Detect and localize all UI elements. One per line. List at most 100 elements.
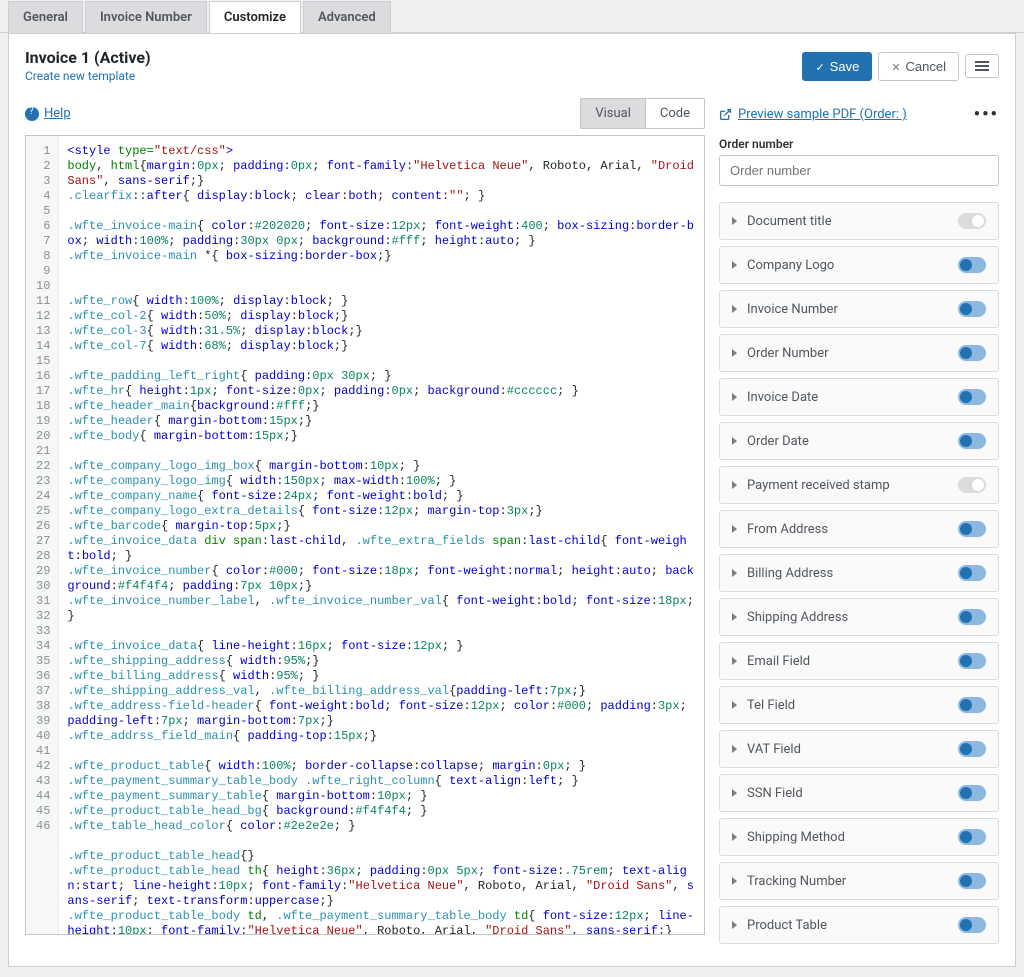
editor-tab-visual[interactable]: Visual <box>581 99 645 128</box>
chevron-right-icon <box>732 569 737 577</box>
chevron-right-icon <box>732 745 737 753</box>
field-toggle-list: Document title Company Logo Invoice Number… <box>719 202 999 944</box>
field-toggle-item[interactable]: SSN Field <box>719 774 999 812</box>
code-editor[interactable]: 1234567891011121314151617181920212223242… <box>25 135 705 935</box>
hamburger-icon <box>975 61 989 71</box>
preview-pdf-link[interactable]: Preview sample PDF (Order: ) <box>719 107 907 122</box>
cancel-button-label: Cancel <box>906 59 946 74</box>
toggle-switch[interactable] <box>958 521 986 537</box>
field-toggle-item[interactable]: Document title <box>719 202 999 240</box>
chevron-right-icon <box>732 349 737 357</box>
chevron-right-icon <box>732 833 737 841</box>
toggle-switch[interactable] <box>958 609 986 625</box>
field-toggle-item[interactable]: Tel Field <box>719 686 999 724</box>
field-toggle-label: SSN Field <box>747 786 948 801</box>
field-toggle-item[interactable]: From Address <box>719 510 999 548</box>
field-toggle-item[interactable]: Tracking Number <box>719 862 999 900</box>
field-toggle-item[interactable]: Shipping Method <box>719 818 999 856</box>
field-toggle-label: Invoice Date <box>747 390 948 405</box>
page-title: Invoice 1 (Active) <box>25 48 151 67</box>
tab-invoice-number[interactable]: Invoice Number <box>85 1 207 33</box>
field-toggle-item[interactable]: Product Table <box>719 906 999 944</box>
code-gutter: 1234567891011121314151617181920212223242… <box>26 136 59 934</box>
field-toggle-item[interactable]: Payment received stamp <box>719 466 999 504</box>
field-toggle-label: Invoice Number <box>747 302 948 317</box>
toggle-switch[interactable] <box>958 873 986 889</box>
chevron-right-icon <box>732 921 737 929</box>
toggle-switch[interactable] <box>958 697 986 713</box>
cancel-button[interactable]: Cancel <box>878 52 959 81</box>
chevron-right-icon <box>732 701 737 709</box>
editor-tab-code[interactable]: Code <box>645 99 704 128</box>
toggle-switch[interactable] <box>958 389 986 405</box>
field-toggle-label: VAT Field <box>747 742 948 757</box>
preview-pdf-label: Preview sample PDF (Order: ) <box>738 107 907 122</box>
chevron-right-icon <box>732 305 737 313</box>
save-button-label: Save <box>830 59 860 74</box>
field-toggle-item[interactable]: Order Date <box>719 422 999 460</box>
order-number-label: Order number <box>719 137 999 151</box>
toggle-switch[interactable] <box>958 213 986 229</box>
toggle-switch[interactable] <box>958 653 986 669</box>
chevron-right-icon <box>732 525 737 533</box>
field-toggle-item[interactable]: Invoice Number <box>719 290 999 328</box>
help-icon <box>25 107 39 121</box>
main-panel: Invoice 1 (Active) Create new template S… <box>8 33 1016 967</box>
toggle-switch[interactable] <box>958 785 986 801</box>
toggle-switch[interactable] <box>958 345 986 361</box>
field-toggle-label: Company Logo <box>747 258 948 273</box>
more-options-button[interactable]: ••• <box>974 104 999 125</box>
field-toggle-label: Tel Field <box>747 698 948 713</box>
toggle-switch[interactable] <box>958 477 986 493</box>
create-template-link[interactable]: Create new template <box>25 69 135 83</box>
field-toggle-item[interactable]: Email Field <box>719 642 999 680</box>
toggle-switch[interactable] <box>958 433 986 449</box>
tab-bar: General Invoice Number Customize Advance… <box>0 0 1024 33</box>
code-lines[interactable]: <style type="text/css">body, html{margin… <box>59 136 704 934</box>
chevron-right-icon <box>732 789 737 797</box>
toggle-switch[interactable] <box>958 829 986 845</box>
chevron-right-icon <box>732 261 737 269</box>
toggle-switch[interactable] <box>958 301 986 317</box>
field-toggle-item[interactable]: Order Number <box>719 334 999 372</box>
chevron-right-icon <box>732 613 737 621</box>
help-link[interactable]: Help <box>25 106 71 121</box>
toggle-switch[interactable] <box>958 917 986 933</box>
chevron-right-icon <box>732 877 737 885</box>
toggle-switch[interactable] <box>958 565 986 581</box>
toggle-switch[interactable] <box>958 257 986 273</box>
check-icon <box>815 59 824 74</box>
chevron-right-icon <box>732 481 737 489</box>
field-toggle-label: Email Field <box>747 654 948 669</box>
field-toggle-label: Shipping Address <box>747 610 948 625</box>
toggle-switch[interactable] <box>958 741 986 757</box>
field-toggle-item[interactable]: Shipping Address <box>719 598 999 636</box>
field-toggle-label: Shipping Method <box>747 830 948 845</box>
chevron-right-icon <box>732 437 737 445</box>
external-link-icon <box>719 108 732 121</box>
field-toggle-item[interactable]: VAT Field <box>719 730 999 768</box>
field-toggle-item[interactable]: Billing Address <box>719 554 999 592</box>
field-toggle-item[interactable]: Invoice Date <box>719 378 999 416</box>
close-icon <box>891 59 900 74</box>
field-toggle-label: Document title <box>747 214 948 229</box>
field-toggle-label: Tracking Number <box>747 874 948 889</box>
chevron-right-icon <box>732 217 737 225</box>
field-toggle-label: From Address <box>747 522 948 537</box>
field-toggle-label: Payment received stamp <box>747 478 948 493</box>
chevron-right-icon <box>732 657 737 665</box>
editor-mode-tabs: Visual Code <box>580 98 705 129</box>
field-toggle-label: Billing Address <box>747 566 948 581</box>
field-toggle-label: Order Date <box>747 434 948 449</box>
tab-general[interactable]: General <box>8 1 83 33</box>
tab-advanced[interactable]: Advanced <box>303 1 391 33</box>
field-toggle-label: Product Table <box>747 918 948 933</box>
order-number-input[interactable] <box>719 155 999 186</box>
chevron-right-icon <box>732 393 737 401</box>
tab-customize[interactable]: Customize <box>209 1 301 33</box>
field-toggle-label: Order Number <box>747 346 948 361</box>
save-button[interactable]: Save <box>802 52 872 81</box>
field-toggle-item[interactable]: Company Logo <box>719 246 999 284</box>
more-menu-button[interactable] <box>965 54 999 78</box>
help-link-label: Help <box>44 106 71 121</box>
